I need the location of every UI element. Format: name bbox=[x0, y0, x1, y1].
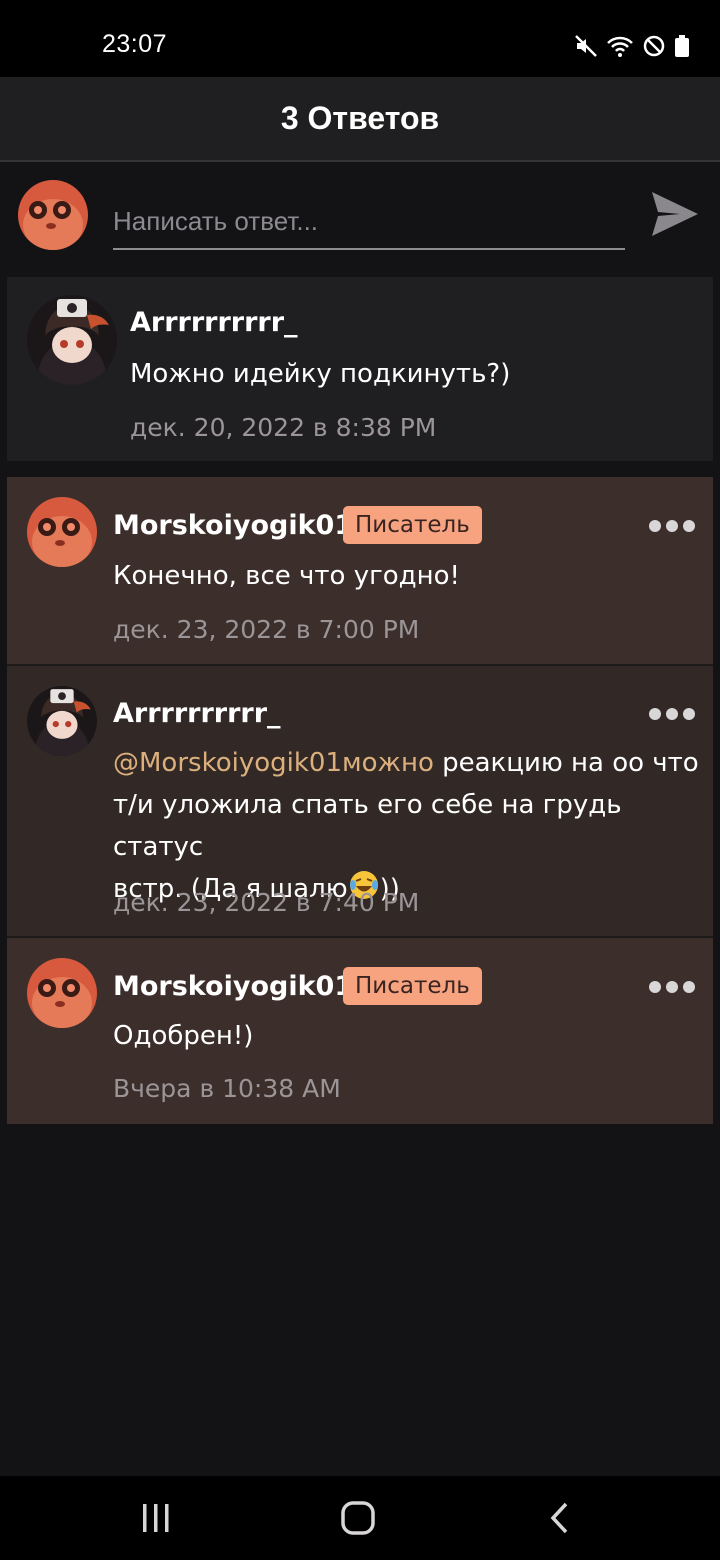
dot-icon bbox=[649, 520, 661, 532]
avatar[interactable] bbox=[27, 958, 97, 1028]
comment-author[interactable]: Morskoiyogik01 bbox=[113, 971, 353, 1002]
comment-author[interactable]: Arrrrrrrrrr_ bbox=[113, 698, 281, 729]
reply-input[interactable] bbox=[113, 194, 625, 248]
send-button[interactable] bbox=[648, 186, 702, 242]
more-options-button[interactable] bbox=[649, 702, 695, 726]
comment-text: Можно идейку подкинуть?) bbox=[130, 359, 511, 389]
comment-text: Одобрен!) bbox=[113, 1021, 254, 1051]
mute-icon bbox=[575, 35, 597, 57]
avatar[interactable] bbox=[27, 686, 97, 756]
comment-timestamp: дек. 20, 2022 в 8:38 PM bbox=[130, 413, 437, 442]
comment-text: Конечно, все что угодно! bbox=[113, 561, 460, 591]
system-nav-bar bbox=[0, 1476, 720, 1560]
send-icon bbox=[652, 192, 698, 236]
back-button[interactable] bbox=[546, 1500, 574, 1541]
comment-timestamp: дек. 23, 2022 в 7:00 PM bbox=[113, 615, 420, 644]
more-options-button[interactable] bbox=[649, 514, 695, 538]
more-options-button[interactable] bbox=[649, 975, 695, 999]
dot-icon bbox=[666, 708, 678, 720]
comment-line: т/и уложила спать его себе на грудь стат… bbox=[113, 790, 622, 862]
do-not-disturb-icon bbox=[643, 35, 665, 57]
dot-icon bbox=[649, 708, 661, 720]
comment-line: @Morskoiyogik01можно реакцию на оо что bbox=[113, 742, 703, 784]
back-icon bbox=[550, 1502, 568, 1534]
status-icons bbox=[574, 32, 690, 60]
reply-item: Morskoiyogik01 Писатель Конечно, все что… bbox=[7, 477, 713, 664]
dot-icon bbox=[649, 981, 661, 993]
dot-icon bbox=[683, 520, 695, 532]
wifi-icon bbox=[607, 36, 633, 57]
dot-icon bbox=[666, 520, 678, 532]
comment-timestamp: Вчера в 10:38 AM bbox=[113, 1074, 341, 1103]
avatar[interactable] bbox=[27, 497, 97, 567]
home-icon bbox=[341, 1501, 375, 1535]
comment-text-part: реакцию на оо что bbox=[442, 748, 699, 778]
current-user-avatar bbox=[18, 180, 88, 250]
battery-icon bbox=[675, 35, 689, 57]
dot-icon bbox=[666, 981, 678, 993]
reply-item: Arrrrrrrrrr_ @Morskoiyogik01можно реакци… bbox=[7, 666, 713, 936]
dot-icon bbox=[683, 708, 695, 720]
recent-apps-button[interactable] bbox=[140, 1500, 172, 1541]
comment-author[interactable]: Arrrrrrrrrr_ bbox=[130, 307, 298, 338]
root-comment: Arrrrrrrrrr_ Можно идейку подкинуть?) де… bbox=[7, 277, 713, 461]
reply-input-wrapper bbox=[113, 194, 625, 250]
mention-link[interactable]: @Morskoiyogik01можно bbox=[113, 748, 434, 778]
page-title: 3 Ответов bbox=[280, 100, 440, 136]
comment-text: @Morskoiyogik01можно реакцию на оо что т… bbox=[113, 742, 703, 910]
reply-bar bbox=[0, 162, 720, 274]
status-bar: 23:07 bbox=[0, 0, 720, 77]
dot-icon bbox=[683, 981, 695, 993]
replies-header: 3 Ответов bbox=[0, 77, 720, 162]
recent-apps-icon bbox=[143, 1504, 169, 1532]
status-time: 23:07 bbox=[102, 30, 168, 58]
writer-badge: Писатель bbox=[343, 967, 482, 1005]
comment-author[interactable]: Morskoiyogik01 bbox=[113, 510, 353, 541]
writer-badge: Писатель bbox=[343, 506, 482, 544]
home-button[interactable] bbox=[340, 1500, 376, 1541]
comment-timestamp: дек. 23, 2022 в 7:40 PM bbox=[113, 888, 420, 917]
avatar[interactable] bbox=[27, 295, 117, 385]
reply-item: Morskoiyogik01 Писатель Одобрен!) Вчера … bbox=[7, 938, 713, 1124]
